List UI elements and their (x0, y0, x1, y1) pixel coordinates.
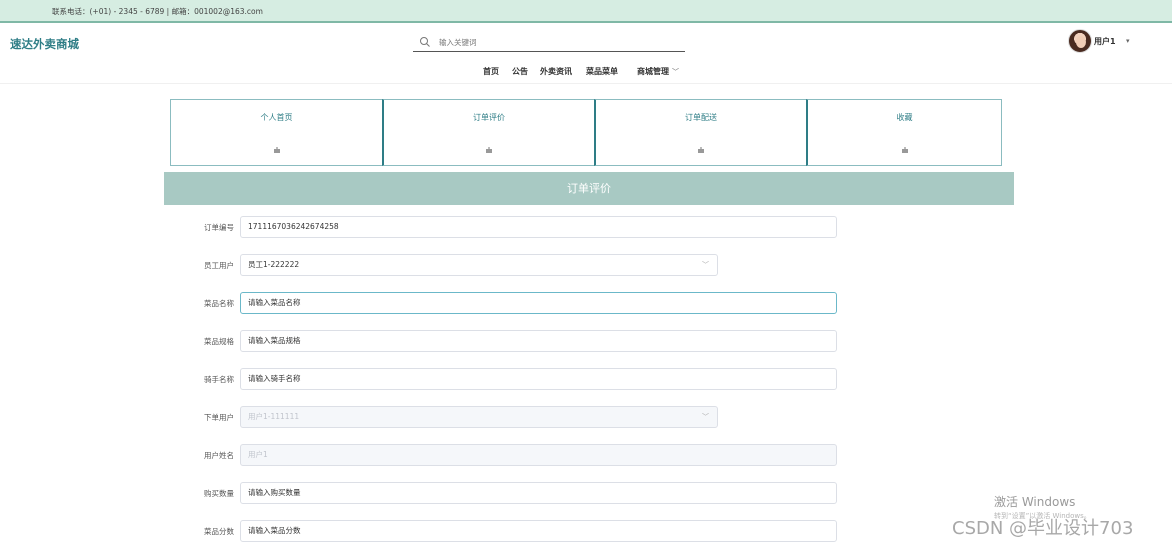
form-row-order-id: 订单编号 1711167036242674258 (164, 216, 864, 239)
section-title: 订单评价 (164, 172, 1014, 205)
select-value: 用户1-111111 (248, 412, 300, 421)
nav-menu[interactable]: 菜品菜单 (586, 66, 618, 77)
quantity-input[interactable]: 请输入购买数量 (240, 482, 837, 504)
form-row-staff-user: 员工用户 员工1-222222 ﹀ (164, 254, 864, 277)
site-header: 速达外卖商城 用户1 ▾ 首页 公告 外卖资讯 菜品菜单 商城管理﹀ (0, 25, 1172, 84)
form-label: 骑手名称 (204, 375, 234, 384)
tab-label: 个人首页 (260, 113, 293, 122)
tab-order-delivery[interactable]: 订单配送 (594, 99, 807, 166)
form-label: 下单用户 (204, 413, 234, 422)
form-label: 员工用户 (204, 261, 234, 270)
chevron-down-icon: ﹀ (672, 68, 679, 76)
form-row-order-user: 下单用户 用户1-111111 ﹀ (164, 406, 864, 429)
dish-score-input[interactable]: 请输入菜品分数 (240, 520, 837, 542)
nav-news[interactable]: 外卖资讯 (540, 66, 572, 77)
dish-name-input[interactable]: 请输入菜品名称 (240, 292, 837, 314)
tab-label: 订单配送 (685, 113, 717, 122)
image-placeholder-icon (273, 147, 280, 153)
caret-down-icon[interactable]: ▾ (1126, 37, 1130, 45)
contact-info: 联系电话：(+01) - 2345 - 6789 | 邮箱：001002@163… (52, 7, 263, 16)
chevron-down-icon: ﹀ (702, 261, 709, 269)
user-fullname-field: 用户1 (240, 444, 837, 466)
tab-order-review[interactable]: 订单评价 (382, 99, 595, 166)
search-icon[interactable] (419, 36, 431, 48)
form-label: 菜品分数 (204, 527, 234, 536)
form-row-dish-score: 菜品分数 请输入菜品分数 (164, 520, 864, 543)
rider-name-input[interactable]: 请输入骑手名称 (240, 368, 837, 390)
image-placeholder-icon (486, 147, 492, 153)
main-nav: 首页 公告 外卖资讯 菜品菜单 商城管理 ﹀ (0, 66, 1172, 80)
form-row-rider-name: 骑手名称 请输入骑手名称 (164, 368, 864, 391)
nav-home[interactable]: 首页 (483, 66, 499, 77)
username[interactable]: 用户1 (1094, 36, 1116, 47)
form-label: 订单编号 (204, 223, 234, 232)
csdn-watermark: CSDN @毕业设计703 (952, 518, 1134, 539)
nav-notice[interactable]: 公告 (512, 66, 528, 77)
form-label: 菜品规格 (204, 337, 234, 346)
tab-favorites[interactable]: 收藏 (806, 99, 1002, 166)
tab-label: 订单评价 (473, 113, 505, 122)
select-value: 员工1-222222 (248, 260, 300, 269)
nav-mall-manage[interactable]: 商城管理 ﹀ (637, 66, 679, 77)
search-input[interactable] (439, 35, 679, 49)
chevron-down-icon: ﹀ (702, 413, 709, 421)
image-placeholder-icon (901, 147, 908, 153)
form-row-user-fullname: 用户姓名 用户1 (164, 444, 864, 467)
avatar[interactable] (1068, 29, 1092, 53)
tab-label: 收藏 (896, 113, 913, 122)
dish-spec-input[interactable]: 请输入菜品规格 (240, 330, 837, 352)
form-label: 菜品名称 (204, 299, 234, 308)
center-tabs: 个人首页 订单评价 订单配送 收藏 (170, 99, 1002, 166)
windows-activation-watermark: 激活 Windows (994, 495, 1076, 509)
search-bar (413, 33, 685, 52)
form-label: 用户姓名 (204, 451, 234, 460)
staff-user-select[interactable]: 员工1-222222 ﹀ (240, 254, 718, 276)
image-placeholder-icon (698, 147, 704, 153)
nav-mall-manage-label: 商城管理 (637, 67, 669, 76)
site-brand[interactable]: 速达外卖商城 (10, 36, 79, 52)
form-label: 购买数量 (204, 489, 234, 498)
order-user-select: 用户1-111111 ﹀ (240, 406, 718, 428)
top-contact-bar: 联系电话：(+01) - 2345 - 6789 | 邮箱：001002@163… (0, 0, 1172, 23)
tab-personal-home[interactable]: 个人首页 (170, 99, 383, 166)
order-id-field[interactable]: 1711167036242674258 (240, 216, 837, 238)
form-row-quantity: 购买数量 请输入购买数量 (164, 482, 864, 505)
form-row-dish-name: 菜品名称 请输入菜品名称 (164, 292, 864, 315)
form-row-dish-spec: 菜品规格 请输入菜品规格 (164, 330, 864, 353)
